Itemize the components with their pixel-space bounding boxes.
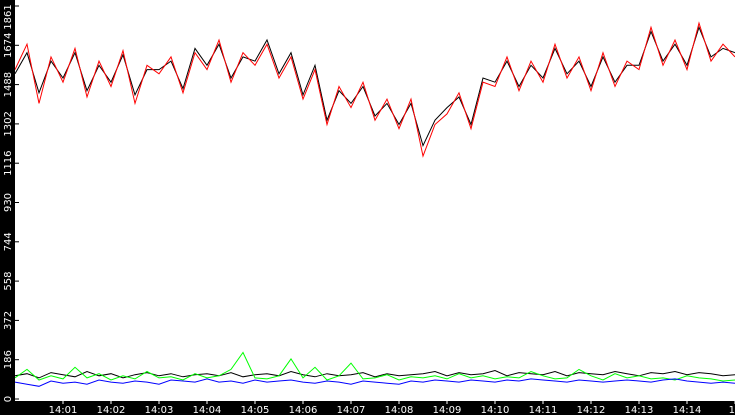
x-tick-label: 14:10 bbox=[481, 405, 510, 415]
x-tick-label: 14:12 bbox=[577, 405, 606, 415]
y-tick-label: 930 bbox=[3, 193, 14, 212]
y-tick-label: 1674 bbox=[3, 33, 14, 58]
y-tick-label: 1116 bbox=[3, 150, 14, 175]
y-tick-label: 1302 bbox=[3, 111, 14, 136]
x-tick-label: 14:11 bbox=[529, 405, 558, 415]
y-tick-label: 1488 bbox=[3, 72, 14, 97]
y-tick-label: 186 bbox=[3, 350, 14, 369]
x-tick-label: 14:09 bbox=[433, 405, 462, 415]
x-tick-label: 14:01 bbox=[49, 405, 78, 415]
x-tick-label: 14:08 bbox=[385, 405, 414, 415]
x-tick-label: 14:03 bbox=[145, 405, 174, 415]
x-tick-label: 14:07 bbox=[337, 405, 366, 415]
x-tick-label: 14:04 bbox=[193, 405, 222, 415]
x-tick-label: 14:13 bbox=[625, 405, 654, 415]
x-tick-label: 14:14 bbox=[673, 405, 702, 415]
y-tick-label: 372 bbox=[3, 311, 14, 330]
x-tick-label: 14:06 bbox=[289, 405, 318, 415]
x-tick-label: 14:02 bbox=[97, 405, 126, 415]
y-tick-label: 1861 bbox=[3, 4, 14, 29]
y-tick-label: 0 bbox=[3, 396, 14, 402]
x-tick-label: 14 bbox=[729, 405, 735, 415]
y-tick-label: 558 bbox=[3, 272, 14, 291]
plot-area bbox=[15, 0, 735, 401]
y-tick-label: 744 bbox=[3, 232, 14, 251]
x-tick-label: 14:05 bbox=[241, 405, 270, 415]
line-chart: 0 186 372 558 744 930 1116 1302 1488 1674 1861 14:… bbox=[0, 0, 735, 415]
